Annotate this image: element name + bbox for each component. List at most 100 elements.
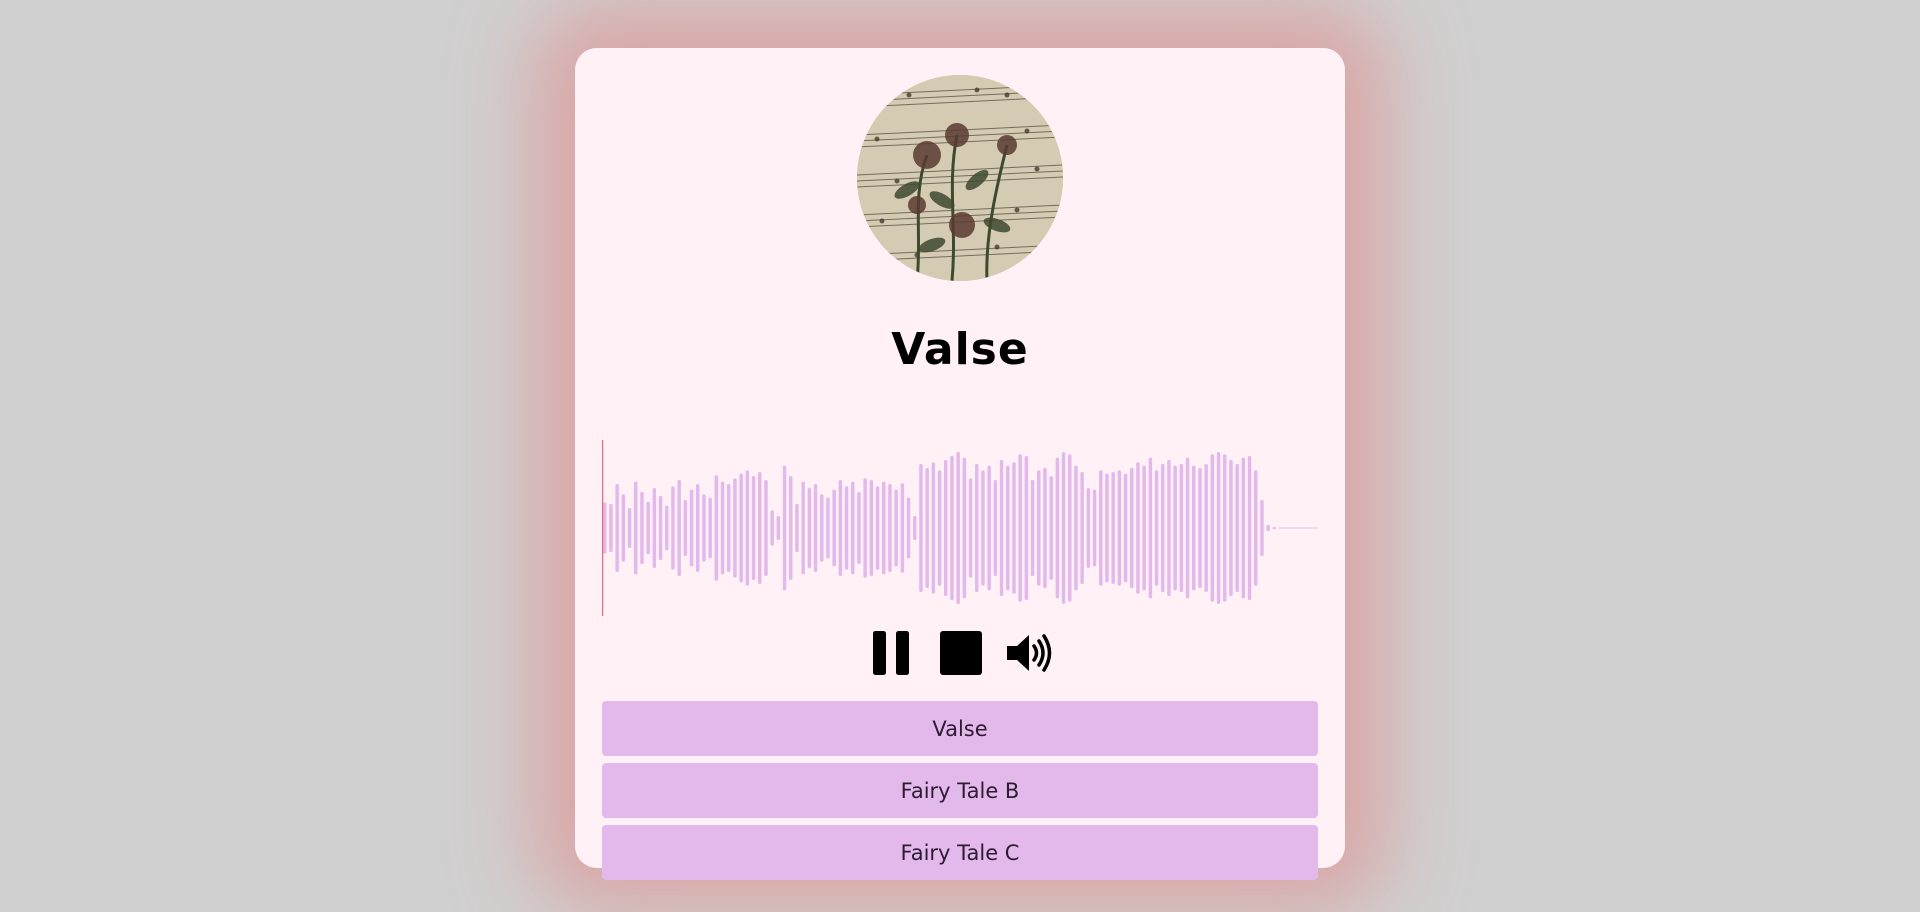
waveform-bar <box>1024 456 1029 600</box>
waveform-bar <box>857 492 861 564</box>
waveform-bar <box>1117 470 1122 586</box>
waveform-bar <box>975 464 979 592</box>
waveform-bar <box>1061 452 1066 604</box>
waveform-bar <box>696 484 700 572</box>
waveform-bar <box>615 484 619 572</box>
waveform-bar <box>826 497 830 559</box>
volume-high-icon[interactable] <box>1005 631 1053 675</box>
waveform-bar <box>1198 468 1202 588</box>
waveform-bar <box>789 476 793 580</box>
waveform-bar <box>627 508 632 548</box>
waveform-bar <box>913 516 917 540</box>
waveform-bar <box>1092 489 1097 567</box>
waveform-bar <box>1235 464 1239 592</box>
waveform-bar <box>1080 472 1084 584</box>
album-cover <box>857 75 1063 281</box>
waveform-bar <box>702 494 706 562</box>
waveform-bar <box>1130 468 1134 588</box>
waveform-bar <box>937 470 942 586</box>
waveform-bar <box>764 480 768 576</box>
playlist-item-valse[interactable]: Valse <box>602 701 1318 756</box>
waveform-bar <box>689 489 694 567</box>
waveform-bar <box>665 505 669 551</box>
waveform-bar <box>925 468 929 588</box>
waveform-bar <box>782 465 787 591</box>
waveform-bar <box>801 481 805 575</box>
waveform-bar <box>875 486 880 570</box>
waveform-bar <box>832 489 836 567</box>
pause-icon[interactable] <box>872 631 912 675</box>
waveform-bar <box>708 497 712 559</box>
waveform-bar <box>1068 454 1072 602</box>
playlist-item-fairy-tale-b[interactable]: Fairy Tale B <box>602 763 1318 818</box>
waveform-bar <box>1204 464 1208 592</box>
waveform-bar <box>1030 480 1035 576</box>
waveform-bar <box>1223 454 1227 602</box>
waveform-bar <box>968 478 973 578</box>
waveform-bar <box>956 452 960 604</box>
waveform-bar <box>1210 454 1215 602</box>
waveform-bar <box>652 488 657 568</box>
waveform-bar <box>658 496 663 560</box>
waveform-bar <box>733 478 737 578</box>
waveform-bar <box>1111 472 1115 584</box>
waveform-bar <box>981 470 985 586</box>
waveform-bar <box>919 464 923 592</box>
waveform-bar <box>1179 464 1184 592</box>
waveform-bar <box>900 483 905 573</box>
waveform-bar <box>1142 465 1146 591</box>
waveform-bar <box>646 501 650 555</box>
waveform-bar <box>1148 457 1153 599</box>
waveform-bar <box>770 510 774 546</box>
waveform-bar <box>1247 456 1252 600</box>
waveform-bar <box>1012 462 1016 594</box>
waveform-bar <box>677 480 681 576</box>
waveform-bar <box>720 481 725 575</box>
waveform-bar <box>1154 470 1159 586</box>
waveform-bar <box>888 484 892 572</box>
waveform-bar <box>1161 464 1165 592</box>
waveform-bar <box>1167 460 1171 596</box>
waveform-bar <box>1043 468 1047 588</box>
cover-artwork <box>857 75 1063 281</box>
stop-icon[interactable] <box>939 631 983 675</box>
waveform-bar <box>838 480 843 576</box>
waveform-bar <box>993 480 998 576</box>
waveform-bar <box>714 475 719 581</box>
waveform-bar <box>1006 465 1010 591</box>
waveform-bar <box>776 516 781 540</box>
track-title: Valse <box>891 324 1029 375</box>
playlist-item-fairy-tale-c[interactable]: Fairy Tale C <box>602 825 1318 880</box>
waveform-bar <box>1099 470 1103 586</box>
waveform-bar <box>950 456 954 600</box>
waveform-bar <box>1105 473 1109 583</box>
waveform-bar <box>931 462 936 594</box>
waveform-bar <box>882 481 886 575</box>
waveform-bar <box>1272 527 1277 529</box>
waveform-bar <box>1123 473 1128 583</box>
waveform-bar <box>1254 470 1258 586</box>
waveform-bar <box>671 486 675 570</box>
waveform-bar <box>1266 524 1270 532</box>
waveform-bar <box>962 457 967 599</box>
waveform-bar <box>844 486 849 570</box>
waveform-bar <box>1055 457 1060 599</box>
waveform-bar <box>869 480 874 576</box>
waveform-bar <box>1185 457 1190 599</box>
waveform-bar <box>999 460 1004 596</box>
waveform-bar <box>987 465 991 591</box>
waveform-bar <box>1049 476 1053 580</box>
waveform-seekbar[interactable] <box>602 440 1318 616</box>
playback-controls <box>575 631 1345 675</box>
waveform-bar <box>1037 470 1041 586</box>
waveform-bar <box>634 481 638 575</box>
waveform-bar <box>1260 500 1264 556</box>
waveform-bar <box>640 492 644 564</box>
waveform-bar <box>906 497 911 559</box>
waveform-bar <box>1241 457 1246 599</box>
waveform-bar <box>1173 465 1177 591</box>
waveform-bar <box>1192 465 1196 591</box>
waveform-bar <box>751 476 756 580</box>
waveform-bar <box>807 488 812 568</box>
waveform-bar <box>1018 454 1022 602</box>
